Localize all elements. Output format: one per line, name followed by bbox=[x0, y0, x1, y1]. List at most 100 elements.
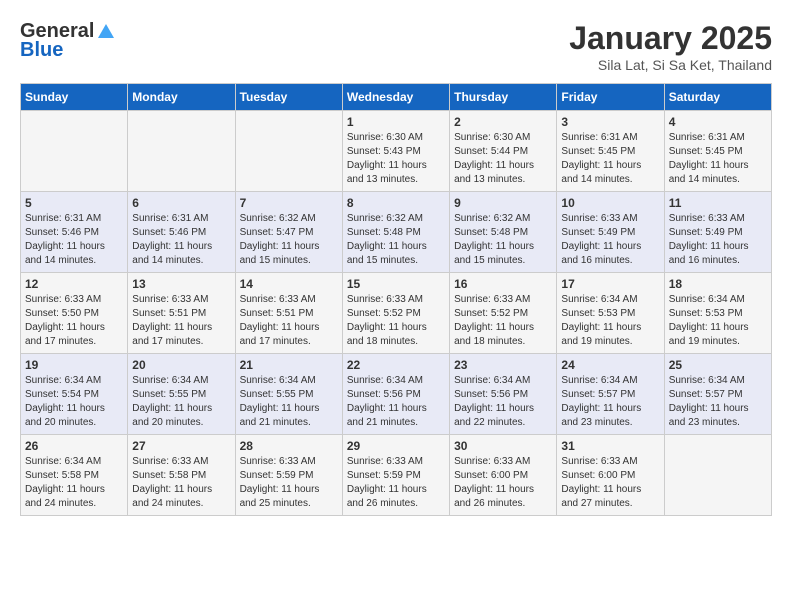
day-info: Sunrise: 6:33 AM Sunset: 6:00 PM Dayligh… bbox=[454, 455, 552, 511]
day-info: Sunrise: 6:32 AM Sunset: 5:47 PM Dayligh… bbox=[240, 212, 338, 268]
calendar-cell bbox=[664, 435, 771, 516]
day-number: 29 bbox=[347, 439, 445, 453]
calendar-cell: 1 Sunrise: 6:30 AM Sunset: 5:43 PM Daylig… bbox=[342, 111, 449, 192]
day-info: Sunrise: 6:34 AM Sunset: 5:57 PM Dayligh… bbox=[561, 374, 659, 430]
day-number: 4 bbox=[669, 115, 767, 129]
calendar-cell: 28 Sunrise: 6:33 AM Sunset: 5:59 PM Dayli… bbox=[235, 435, 342, 516]
day-info: Sunrise: 6:31 AM Sunset: 5:46 PM Dayligh… bbox=[25, 212, 123, 268]
day-info: Sunrise: 6:33 AM Sunset: 6:00 PM Dayligh… bbox=[561, 455, 659, 511]
day-number: 21 bbox=[240, 358, 338, 372]
day-info: Sunrise: 6:31 AM Sunset: 5:45 PM Dayligh… bbox=[561, 131, 659, 187]
day-info: Sunrise: 6:33 AM Sunset: 5:59 PM Dayligh… bbox=[347, 455, 445, 511]
calendar-week-row: 26 Sunrise: 6:34 AM Sunset: 5:58 PM Dayli… bbox=[21, 435, 772, 516]
calendar-cell: 6 Sunrise: 6:31 AM Sunset: 5:46 PM Daylig… bbox=[128, 192, 235, 273]
logo-blue-text: Blue bbox=[20, 39, 63, 62]
day-info: Sunrise: 6:33 AM Sunset: 5:49 PM Dayligh… bbox=[669, 212, 767, 268]
day-info: Sunrise: 6:34 AM Sunset: 5:55 PM Dayligh… bbox=[240, 374, 338, 430]
calendar-cell: 4 Sunrise: 6:31 AM Sunset: 5:45 PM Daylig… bbox=[664, 111, 771, 192]
day-info: Sunrise: 6:34 AM Sunset: 5:56 PM Dayligh… bbox=[347, 374, 445, 430]
calendar-week-row: 19 Sunrise: 6:34 AM Sunset: 5:54 PM Dayli… bbox=[21, 354, 772, 435]
calendar-cell: 27 Sunrise: 6:33 AM Sunset: 5:58 PM Dayli… bbox=[128, 435, 235, 516]
day-info: Sunrise: 6:30 AM Sunset: 5:43 PM Dayligh… bbox=[347, 131, 445, 187]
calendar-subtitle: Sila Lat, Si Sa Ket, Thailand bbox=[569, 57, 772, 73]
day-number: 23 bbox=[454, 358, 552, 372]
day-info: Sunrise: 6:33 AM Sunset: 5:51 PM Dayligh… bbox=[240, 293, 338, 349]
day-of-week-saturday: Saturday bbox=[664, 84, 771, 111]
day-info: Sunrise: 6:32 AM Sunset: 5:48 PM Dayligh… bbox=[454, 212, 552, 268]
day-info: Sunrise: 6:31 AM Sunset: 5:46 PM Dayligh… bbox=[132, 212, 230, 268]
day-number: 18 bbox=[669, 277, 767, 291]
calendar-cell: 16Sunrise: 6:33 AM Sunset: 5:52 PM Dayli… bbox=[450, 273, 557, 354]
day-of-week-wednesday: Wednesday bbox=[342, 84, 449, 111]
calendar-cell bbox=[21, 111, 128, 192]
day-of-week-thursday: Thursday bbox=[450, 84, 557, 111]
calendar-cell: 13 Sunrise: 6:33 AM Sunset: 5:51 PM Dayli… bbox=[128, 273, 235, 354]
day-info: Sunrise: 6:33 AM Sunset: 5:58 PM Dayligh… bbox=[132, 455, 230, 511]
day-number: 13 bbox=[132, 277, 230, 291]
calendar-cell: 23Sunrise: 6:34 AM Sunset: 5:56 PM Dayli… bbox=[450, 354, 557, 435]
calendar-cell: 3 Sunrise: 6:31 AM Sunset: 5:45 PM Daylig… bbox=[557, 111, 664, 192]
calendar-cell: 9 Sunrise: 6:32 AM Sunset: 5:48 PM Daylig… bbox=[450, 192, 557, 273]
day-number: 7 bbox=[240, 196, 338, 210]
calendar-week-row: 1 Sunrise: 6:30 AM Sunset: 5:43 PM Daylig… bbox=[21, 111, 772, 192]
calendar-cell: 10 Sunrise: 6:33 AM Sunset: 5:49 PM Dayli… bbox=[557, 192, 664, 273]
day-of-week-monday: Monday bbox=[128, 84, 235, 111]
day-number: 14 bbox=[240, 277, 338, 291]
days-of-week-row: SundayMondayTuesdayWednesdayThursdayFrid… bbox=[21, 84, 772, 111]
day-number: 27 bbox=[132, 439, 230, 453]
calendar-cell: 7 Sunrise: 6:32 AM Sunset: 5:47 PM Daylig… bbox=[235, 192, 342, 273]
calendar-cell: 19 Sunrise: 6:34 AM Sunset: 5:54 PM Dayli… bbox=[21, 354, 128, 435]
calendar-cell: 2Sunrise: 6:30 AM Sunset: 5:44 PM Daylig… bbox=[450, 111, 557, 192]
logo: General Blue bbox=[20, 20, 116, 62]
day-of-week-tuesday: Tuesday bbox=[235, 84, 342, 111]
calendar-week-row: 12Sunrise: 6:33 AM Sunset: 5:50 PM Dayli… bbox=[21, 273, 772, 354]
day-number: 28 bbox=[240, 439, 338, 453]
day-info: Sunrise: 6:34 AM Sunset: 5:58 PM Dayligh… bbox=[25, 455, 123, 511]
day-of-week-friday: Friday bbox=[557, 84, 664, 111]
day-of-week-sunday: Sunday bbox=[21, 84, 128, 111]
day-number: 8 bbox=[347, 196, 445, 210]
calendar-cell: 14 Sunrise: 6:33 AM Sunset: 5:51 PM Dayli… bbox=[235, 273, 342, 354]
day-number: 22 bbox=[347, 358, 445, 372]
day-number: 19 bbox=[25, 358, 123, 372]
calendar-cell: 11 Sunrise: 6:33 AM Sunset: 5:49 PM Dayli… bbox=[664, 192, 771, 273]
day-number: 1 bbox=[347, 115, 445, 129]
title-area: January 2025 Sila Lat, Si Sa Ket, Thaila… bbox=[569, 20, 772, 73]
day-info: Sunrise: 6:33 AM Sunset: 5:59 PM Dayligh… bbox=[240, 455, 338, 511]
calendar-cell: 26 Sunrise: 6:34 AM Sunset: 5:58 PM Dayli… bbox=[21, 435, 128, 516]
day-number: 11 bbox=[669, 196, 767, 210]
day-info: Sunrise: 6:33 AM Sunset: 5:50 PM Dayligh… bbox=[25, 293, 123, 349]
day-number: 26 bbox=[25, 439, 123, 453]
calendar-cell: 30Sunrise: 6:33 AM Sunset: 6:00 PM Dayli… bbox=[450, 435, 557, 516]
calendar-cell: 18 Sunrise: 6:34 AM Sunset: 5:53 PM Dayli… bbox=[664, 273, 771, 354]
calendar-title: January 2025 bbox=[569, 20, 772, 57]
day-number: 17 bbox=[561, 277, 659, 291]
calendar-cell: 29 Sunrise: 6:33 AM Sunset: 5:59 PM Dayli… bbox=[342, 435, 449, 516]
day-info: Sunrise: 6:30 AM Sunset: 5:44 PM Dayligh… bbox=[454, 131, 552, 187]
calendar-cell: 25Sunrise: 6:34 AM Sunset: 5:57 PM Dayli… bbox=[664, 354, 771, 435]
day-info: Sunrise: 6:34 AM Sunset: 5:57 PM Dayligh… bbox=[669, 374, 767, 430]
day-number: 6 bbox=[132, 196, 230, 210]
day-number: 3 bbox=[561, 115, 659, 129]
calendar-table: SundayMondayTuesdayWednesdayThursdayFrid… bbox=[20, 83, 772, 516]
day-number: 9 bbox=[454, 196, 552, 210]
day-info: Sunrise: 6:33 AM Sunset: 5:52 PM Dayligh… bbox=[347, 293, 445, 349]
day-info: Sunrise: 6:32 AM Sunset: 5:48 PM Dayligh… bbox=[347, 212, 445, 268]
calendar-cell: 20 Sunrise: 6:34 AM Sunset: 5:55 PM Dayli… bbox=[128, 354, 235, 435]
day-info: Sunrise: 6:33 AM Sunset: 5:49 PM Dayligh… bbox=[561, 212, 659, 268]
day-info: Sunrise: 6:31 AM Sunset: 5:45 PM Dayligh… bbox=[669, 131, 767, 187]
day-number: 20 bbox=[132, 358, 230, 372]
calendar-cell: 5Sunrise: 6:31 AM Sunset: 5:46 PM Daylig… bbox=[21, 192, 128, 273]
calendar-cell: 24Sunrise: 6:34 AM Sunset: 5:57 PM Dayli… bbox=[557, 354, 664, 435]
calendar-cell: 22 Sunrise: 6:34 AM Sunset: 5:56 PM Dayli… bbox=[342, 354, 449, 435]
day-info: Sunrise: 6:34 AM Sunset: 5:54 PM Dayligh… bbox=[25, 374, 123, 430]
day-number: 16 bbox=[454, 277, 552, 291]
day-info: Sunrise: 6:33 AM Sunset: 5:51 PM Dayligh… bbox=[132, 293, 230, 349]
day-info: Sunrise: 6:34 AM Sunset: 5:53 PM Dayligh… bbox=[669, 293, 767, 349]
calendar-cell: 31Sunrise: 6:33 AM Sunset: 6:00 PM Dayli… bbox=[557, 435, 664, 516]
logo-arrow-icon bbox=[96, 22, 116, 42]
calendar-cell: 21 Sunrise: 6:34 AM Sunset: 5:55 PM Dayli… bbox=[235, 354, 342, 435]
day-info: Sunrise: 6:34 AM Sunset: 5:55 PM Dayligh… bbox=[132, 374, 230, 430]
day-number: 10 bbox=[561, 196, 659, 210]
calendar-cell: 15Sunrise: 6:33 AM Sunset: 5:52 PM Dayli… bbox=[342, 273, 449, 354]
